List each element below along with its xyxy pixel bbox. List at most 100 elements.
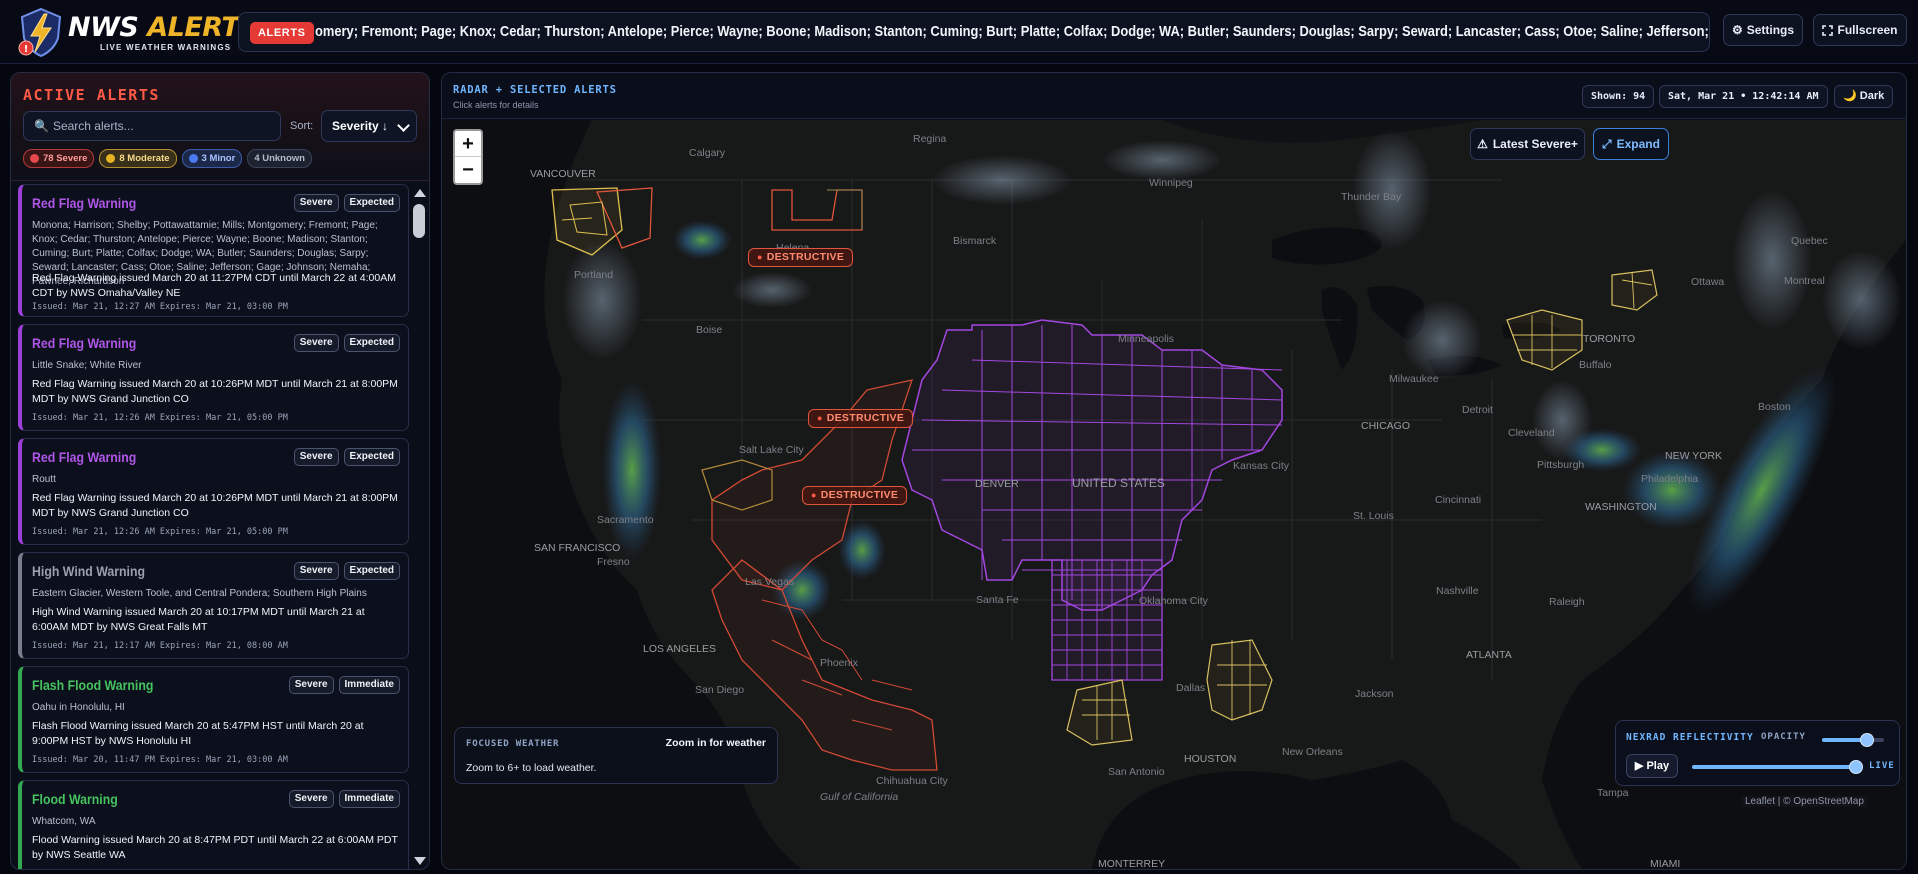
alert-description: Flash Flood Warning issued March 20 at 5…: [32, 720, 364, 747]
alert-dates: Issued: Mar 21, 12:26 AM Expires: Mar 21…: [32, 527, 288, 537]
alert-title: Red Flag Warning: [32, 195, 137, 211]
place-label: SAN FRANCISCO: [534, 542, 620, 554]
radar-timeline-slider[interactable]: [1692, 760, 1863, 774]
place-label: Salt Lake City: [739, 444, 805, 456]
alert-title: Flood Warning: [32, 791, 118, 807]
place-label: St. Louis: [1353, 510, 1394, 522]
opacity-slider-knob[interactable]: [1859, 733, 1874, 747]
chevron-down-icon: [397, 119, 410, 132]
zoom-control: + −: [453, 129, 483, 185]
alert-card[interactable]: Red Flag Warning Severe Expected Monona; …: [18, 184, 409, 317]
alert-card[interactable]: Red Flag Warning Severe Expected Little S…: [18, 324, 409, 431]
map-panel: RADAR + SELECTED ALERTS Click alerts for…: [441, 72, 1907, 870]
severity-counts: 78 Severe 8 Moderate 3 Minor 4 Unknown: [23, 149, 312, 169]
place-label: New Orleans: [1282, 746, 1343, 758]
logo-title: NWS ALERTS: [68, 12, 259, 43]
top-bar: ! NWS ALERTS LIVE WEATHER WARNINGS ALERT…: [0, 0, 1918, 64]
place-label: Santa Fe: [976, 594, 1019, 606]
unknown-count-chip[interactable]: 4 Unknown: [247, 149, 312, 168]
shown-count: Shown: 94: [1582, 85, 1655, 108]
fullscreen-button[interactable]: Fullscreen: [1813, 14, 1907, 46]
severity-tag: Severe: [288, 790, 334, 808]
opacity-slider[interactable]: [1822, 733, 1884, 747]
destructive-badge[interactable]: ● DESTRUCTIVE: [808, 409, 914, 428]
place-label: Cleveland: [1508, 427, 1555, 439]
place-label: UNITED STATES: [1072, 476, 1165, 490]
place-label: Gulf of California: [820, 791, 898, 803]
moderate-count-chip[interactable]: 8 Moderate: [99, 149, 177, 168]
alert-areas: Little Snake; White River: [32, 360, 142, 371]
timeline-slider-knob[interactable]: [1849, 760, 1863, 774]
place-label: San Diego: [695, 684, 744, 696]
play-button[interactable]: ▶ Play: [1626, 754, 1678, 778]
latest-severe-button[interactable]: ⚠ Latest Severe+: [1470, 128, 1585, 160]
opacity-label: OPACITY: [1761, 732, 1806, 742]
alert-dates: Issued: Mar 21, 12:26 AM Expires: Mar 21…: [32, 413, 288, 423]
alert-ticker[interactable]: ALERTS omery; Fremont; Page; Knox; Cedar…: [238, 12, 1710, 52]
sort-label: Sort:: [290, 120, 314, 132]
severe-dot-icon: [30, 154, 39, 163]
expand-button[interactable]: ⤢ Expand: [1593, 128, 1669, 160]
place-label: Nashville: [1436, 585, 1479, 597]
place-label: Quebec: [1791, 235, 1828, 247]
focused-weather-title: FOCUSED WEATHER: [466, 739, 560, 749]
place-label: Raleigh: [1549, 596, 1585, 608]
minor-count-chip[interactable]: 3 Minor: [181, 149, 243, 168]
alert-dates: Issued: Mar 21, 12:17 AM Expires: Mar 21…: [32, 641, 288, 651]
place-label: Tampa: [1597, 787, 1629, 799]
alert-card[interactable]: Flood Warning Severe Immediate Whatcom, W…: [18, 780, 409, 869]
alert-title: Red Flag Warning: [32, 335, 137, 351]
alert-card[interactable]: Red Flag Warning Severe Expected Routt Re…: [18, 438, 409, 545]
place-label: Kansas City: [1233, 460, 1290, 472]
live-label: LIVE: [1869, 761, 1895, 771]
warning-icon: ⚠: [1477, 137, 1488, 151]
alert-title: Red Flag Warning: [32, 449, 137, 465]
place-label: Minneapolis: [1118, 333, 1174, 345]
settings-button[interactable]: ⚙ Settings: [1723, 14, 1803, 46]
map-panel-subtitle: Click alerts for details: [453, 100, 539, 110]
pin-icon: ●: [817, 413, 823, 423]
pin-icon: ●: [811, 490, 817, 500]
sort-select[interactable]: Severity ↓: [321, 110, 417, 142]
scroll-thumb[interactable]: [413, 204, 425, 238]
theme-toggle[interactable]: 🌙 Dark: [1834, 85, 1894, 108]
place-label: Jackson: [1355, 688, 1394, 700]
ticker-badge: ALERTS: [250, 22, 314, 44]
logo-subtitle: LIVE WEATHER WARNINGS: [100, 43, 232, 52]
alert-list-scrollbar[interactable]: [410, 185, 428, 869]
alert-areas: Routt: [32, 474, 56, 485]
place-label: CHICAGO: [1361, 420, 1410, 432]
alert-description: Red Flag Warning issued March 20 at 11:2…: [32, 272, 396, 299]
scroll-up-arrow-icon[interactable]: [414, 189, 426, 197]
radar-map[interactable]: Regina Winnipeg VANCOUVER Calgary Portla…: [442, 120, 1906, 869]
alert-card[interactable]: Flash Flood Warning Severe Immediate Oahu…: [18, 666, 409, 773]
severe-count-chip[interactable]: 78 Severe: [23, 149, 95, 168]
map-attribution[interactable]: Leaflet | © OpenStreetMap: [1742, 796, 1867, 807]
urgency-tag: Expected: [343, 334, 400, 352]
app-logo[interactable]: ! NWS ALERTS LIVE WEATHER WARNINGS: [16, 6, 259, 58]
place-label: Pittsburgh: [1537, 459, 1584, 471]
place-label: Detroit: [1462, 404, 1493, 416]
map-panel-title: RADAR + SELECTED ALERTS: [453, 84, 617, 96]
urgency-tag: Expected: [343, 194, 400, 212]
focused-weather-panel: FOCUSED WEATHER Zoom in for weather Zoom…: [454, 727, 778, 784]
destructive-badge[interactable]: ● DESTRUCTIVE: [748, 248, 854, 267]
scroll-down-arrow-icon[interactable]: [414, 857, 426, 865]
zoom-in-button[interactable]: +: [455, 131, 481, 157]
zoom-out-button[interactable]: −: [455, 157, 481, 183]
place-label: Regina: [913, 133, 946, 145]
alert-dates: Issued: Mar 21, 12:27 AM Expires: Mar 21…: [32, 302, 288, 312]
nexrad-title: NEXRAD REFLECTIVITY: [1626, 732, 1754, 743]
alert-areas: Eastern Glacier, Western Toole, and Cent…: [32, 588, 367, 599]
place-label: Cincinnati: [1435, 494, 1481, 506]
place-label: San Antonio: [1108, 766, 1165, 778]
alert-description: Red Flag Warning issued March 20 at 10:2…: [32, 378, 398, 405]
place-label: LOS ANGELES: [643, 643, 716, 655]
search-input[interactable]: 🔍 Search alerts...: [23, 111, 281, 141]
alert-card[interactable]: High Wind Warning Severe Expected Eastern…: [18, 552, 409, 659]
place-label: Las Vegas: [745, 576, 794, 588]
place-label: NEW YORK: [1665, 450, 1722, 462]
gear-icon: ⚙: [1731, 23, 1743, 37]
place-label: Milwaukee: [1389, 373, 1439, 385]
destructive-badge[interactable]: ● DESTRUCTIVE: [802, 486, 908, 505]
